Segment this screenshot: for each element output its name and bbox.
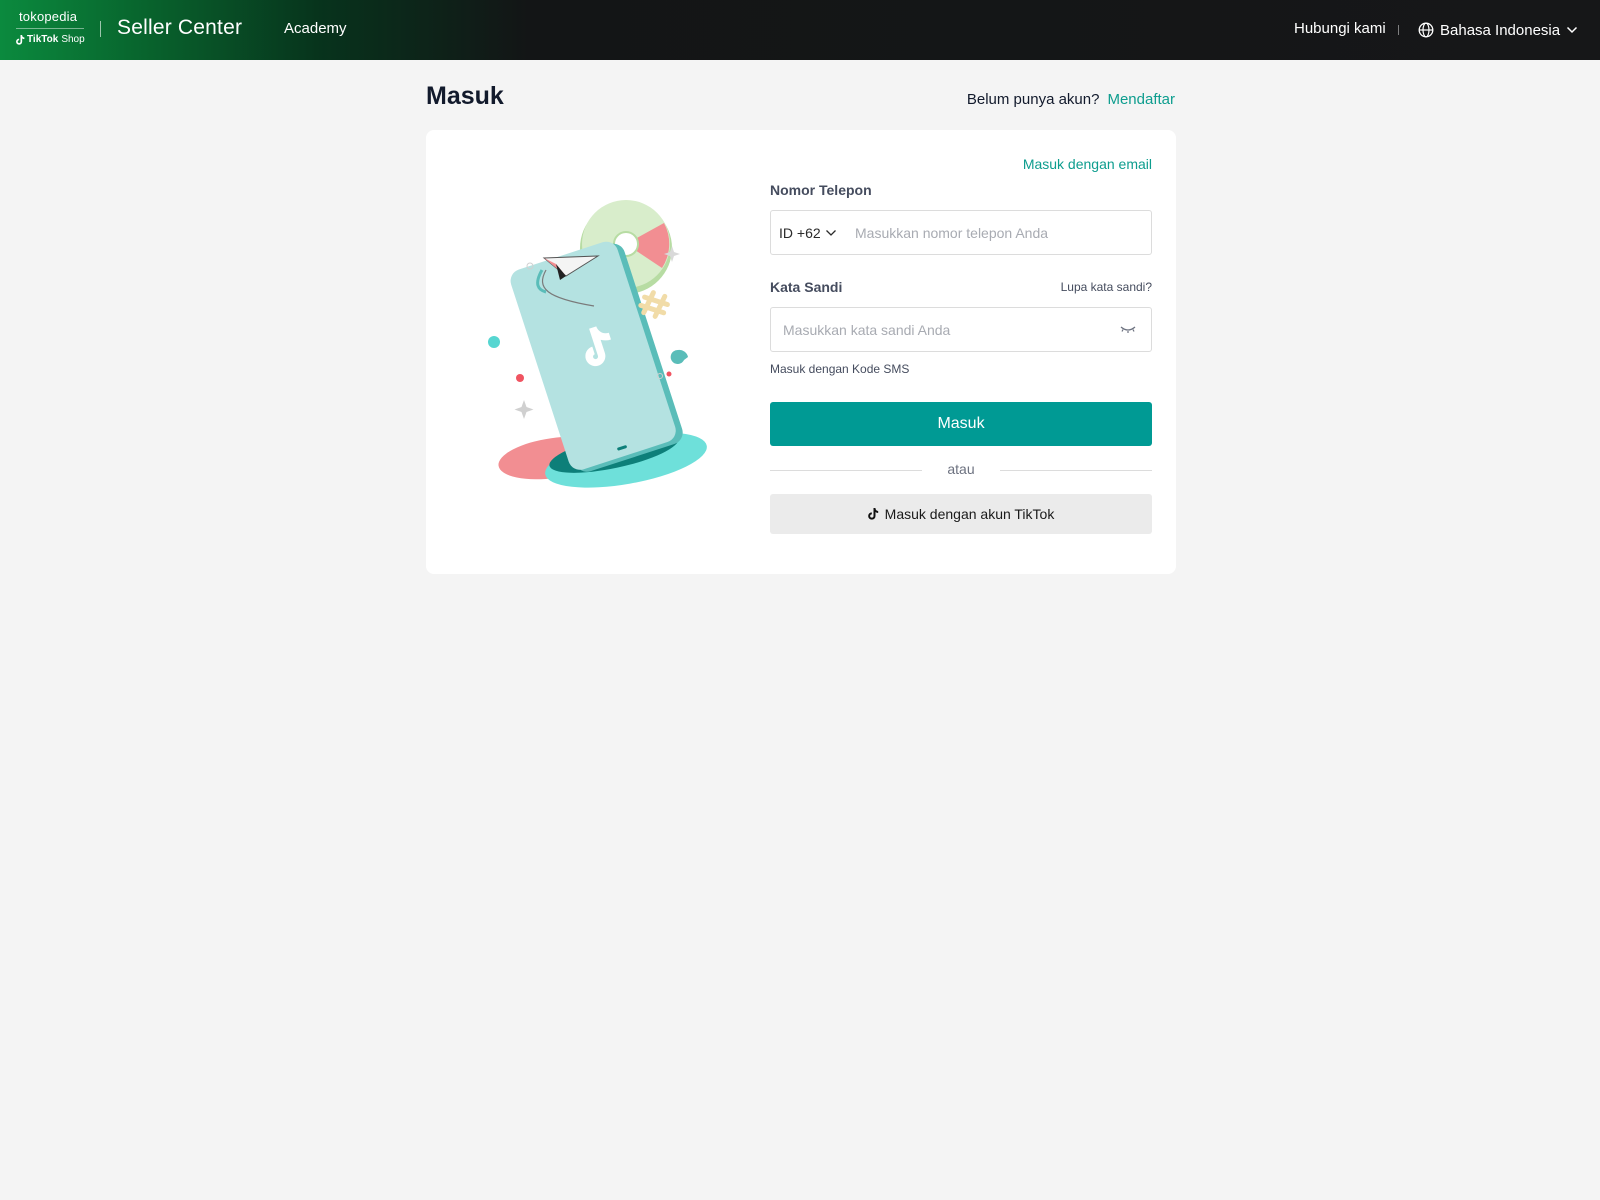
login-with-email-link[interactable]: Masuk dengan email [1023, 156, 1152, 172]
divider-line-right [1000, 470, 1152, 471]
password-input[interactable] [783, 309, 1103, 350]
signup-prompt-row: Belum punya akun? Mendaftar [967, 91, 1175, 108]
nav-academy-link[interactable]: Academy [284, 20, 347, 37]
login-form: Masuk dengan email Nomor Telepon ID +62 … [770, 130, 1152, 574]
signup-question: Belum punya akun? [966, 91, 1100, 108]
password-field [770, 307, 1152, 352]
tiktok-note-icon [16, 34, 25, 45]
page-title: Masuk [426, 82, 504, 110]
tiktok-login-button[interactable]: Masuk dengan akun TikTok [770, 494, 1152, 534]
password-label: Kata Sandi [770, 279, 843, 295]
language-selector[interactable]: Bahasa Indonesia [1418, 18, 1578, 42]
eye-closed-icon[interactable] [1119, 322, 1137, 336]
tiktok-icon [867, 508, 878, 520]
country-code-value: ID +62 [779, 224, 821, 241]
logo-divider [16, 28, 84, 29]
logo-tiktok-shop: TikTok Shop [16, 34, 85, 45]
seller-center-title[interactable]: Seller Center [117, 16, 242, 40]
forgot-password-link[interactable]: Lupa kata sandi? [1061, 280, 1152, 294]
logo-tiktok-text: TikTok [27, 34, 59, 45]
chevron-down-icon [1567, 26, 1578, 34]
logo-tokopedia-text: tokopedia [19, 9, 78, 24]
globe-icon [1418, 22, 1434, 38]
top-header: tokopedia TikTok Shop Seller Center Acad… [0, 0, 1600, 60]
login-card: Masuk dengan email Nomor Telepon ID +62 … [426, 130, 1176, 574]
language-label: Bahasa Indonesia [1440, 21, 1561, 39]
tiktok-login-label: Masuk dengan akun TikTok [884, 506, 1055, 522]
login-with-sms-link[interactable]: Masuk dengan Kode SMS [770, 362, 909, 376]
divider-text: atau [947, 461, 975, 477]
phone-input[interactable] [855, 212, 1145, 253]
header-divider [100, 21, 101, 37]
or-divider: atau [770, 460, 1152, 480]
tokopedia-tiktok-shop-logo[interactable]: tokopedia TikTok Shop [16, 8, 85, 50]
country-code-select[interactable]: ID +62 [779, 211, 837, 254]
logo-shop-text: Shop [61, 34, 85, 45]
chevron-down-icon [825, 229, 836, 236]
login-button[interactable]: Masuk [770, 402, 1152, 446]
contact-us-link[interactable]: Hubungi kami [1294, 20, 1386, 37]
header-nav-divider [1398, 25, 1399, 35]
phone-label: Nomor Telepon [770, 182, 872, 198]
phone-illustration [488, 200, 707, 488]
phone-field: ID +62 [770, 210, 1152, 255]
signup-link[interactable]: Mendaftar [1107, 91, 1175, 108]
